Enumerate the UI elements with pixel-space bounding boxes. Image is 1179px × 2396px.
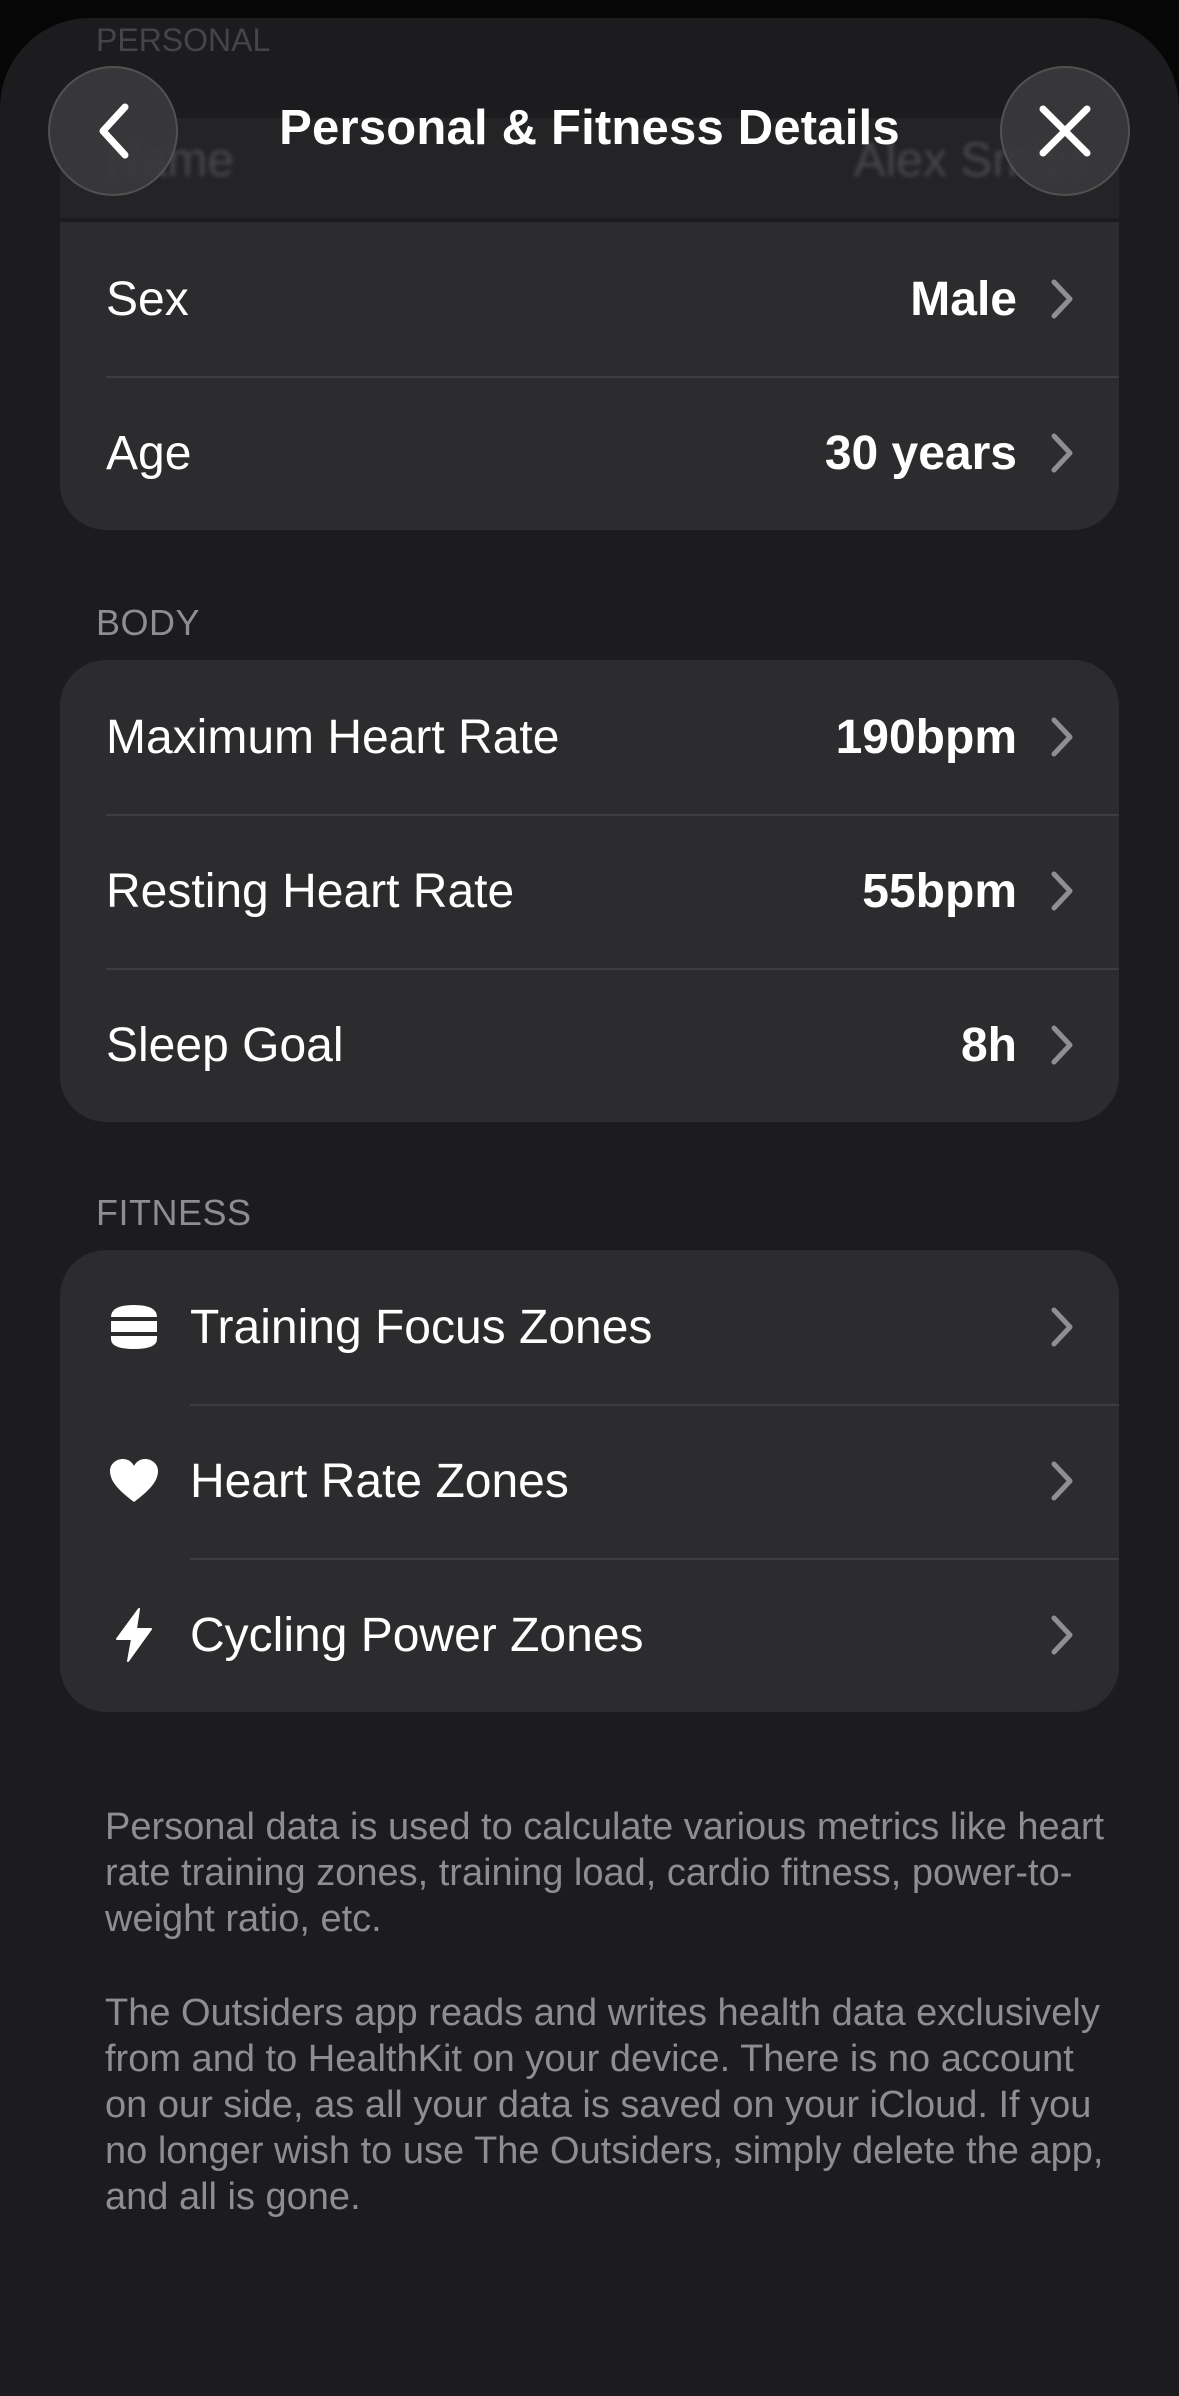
ghost-section-header: PERSONAL bbox=[96, 22, 271, 58]
heart-rate-zones-row[interactable]: Heart Rate Zones bbox=[60, 1404, 1119, 1558]
sex-value: Male bbox=[910, 272, 1017, 326]
bolt-icon bbox=[106, 1607, 162, 1663]
training-focus-zones-label: Training Focus Zones bbox=[190, 1300, 653, 1354]
chevron-right-icon bbox=[1051, 279, 1073, 319]
resting-heart-rate-row[interactable]: Resting Heart Rate 55bpm bbox=[60, 814, 1119, 968]
details-sheet: PERSONAL Name Alex Smith Sex Male Age 30… bbox=[0, 18, 1179, 2396]
chevron-right-icon bbox=[1051, 1615, 1073, 1655]
footer-paragraph-privacy: The Outsiders app reads and writes healt… bbox=[105, 1992, 1104, 2218]
sleep-goal-value: 8h bbox=[960, 1018, 1017, 1072]
stacked-layers-icon bbox=[106, 1299, 162, 1355]
sleep-goal-label: Sleep Goal bbox=[106, 1018, 344, 1072]
chevron-right-icon bbox=[1051, 717, 1073, 757]
sex-label: Sex bbox=[106, 272, 189, 326]
personal-card: Sex Male Age 30 years bbox=[60, 222, 1119, 530]
close-icon bbox=[1039, 105, 1091, 157]
max-heart-rate-row[interactable]: Maximum Heart Rate 190bpm bbox=[60, 660, 1119, 814]
fitness-card: Training Focus Zones Heart Rate Zones Cy… bbox=[60, 1250, 1119, 1712]
max-heart-rate-label: Maximum Heart Rate bbox=[106, 710, 560, 764]
body-section-header: BODY bbox=[96, 602, 201, 643]
heart-rate-zones-label: Heart Rate Zones bbox=[190, 1454, 569, 1508]
chevron-right-icon bbox=[1051, 871, 1073, 911]
sex-row[interactable]: Sex Male bbox=[60, 222, 1119, 376]
resting-heart-rate-value: 55bpm bbox=[862, 864, 1017, 918]
fitness-section-header: FITNESS bbox=[96, 1192, 252, 1233]
heart-icon bbox=[106, 1453, 162, 1509]
chevron-right-icon bbox=[1051, 1461, 1073, 1501]
close-button[interactable] bbox=[1000, 66, 1130, 196]
max-heart-rate-value: 190bpm bbox=[835, 710, 1017, 764]
chevron-right-icon bbox=[1051, 1307, 1073, 1347]
cycling-power-zones-label: Cycling Power Zones bbox=[190, 1608, 644, 1662]
footer-paragraph-personal-data: Personal data is used to calculate vario… bbox=[105, 1806, 1105, 1940]
training-focus-zones-row[interactable]: Training Focus Zones bbox=[60, 1250, 1119, 1404]
cycling-power-zones-row[interactable]: Cycling Power Zones bbox=[60, 1558, 1119, 1712]
resting-heart-rate-label: Resting Heart Rate bbox=[106, 864, 515, 918]
sleep-goal-row[interactable]: Sleep Goal 8h bbox=[60, 968, 1119, 1122]
age-value: 30 years bbox=[824, 426, 1017, 480]
age-row[interactable]: Age 30 years bbox=[60, 376, 1119, 530]
body-card: Maximum Heart Rate 190bpm Resting Heart … bbox=[60, 660, 1119, 1122]
chevron-right-icon bbox=[1051, 1025, 1073, 1065]
age-label: Age bbox=[106, 426, 192, 480]
chevron-right-icon bbox=[1051, 433, 1073, 473]
